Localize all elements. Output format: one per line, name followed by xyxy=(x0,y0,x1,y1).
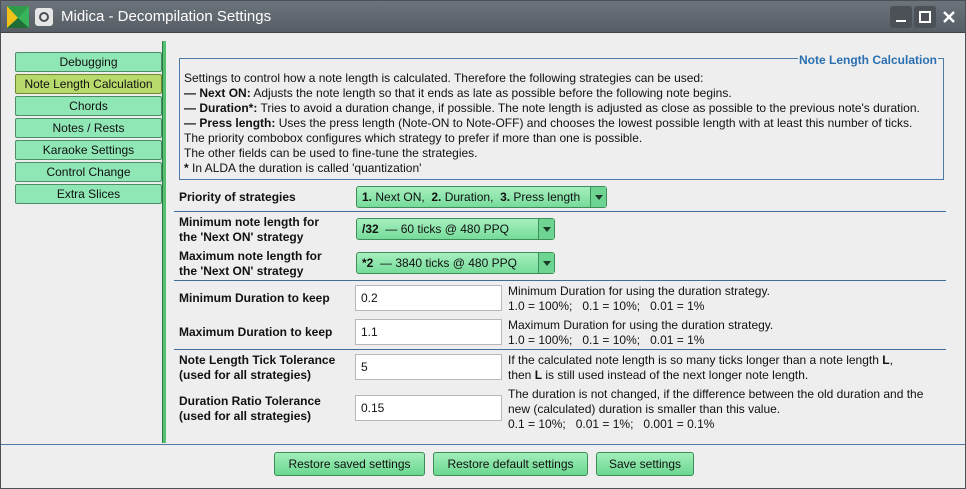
separator xyxy=(174,280,946,281)
minimize-button[interactable] xyxy=(890,6,912,28)
min-duration-help: Minimum Duration for using the duration … xyxy=(508,284,770,313)
tab-control-change[interactable]: Control Change xyxy=(15,162,162,182)
min-duration-input[interactable]: 0.2 xyxy=(355,285,502,311)
settings-tabs: Debugging Note Length Calculation Chords… xyxy=(15,52,162,206)
priority-label: Priority of strategies xyxy=(179,190,296,204)
group-title: Note Length Calculation xyxy=(798,53,938,67)
ratio-tolerance-help: The duration is not changed, if the diff… xyxy=(508,387,924,431)
description-priority: The priority combobox configures which s… xyxy=(184,131,643,145)
tick-tolerance-help: If the calculated note length is so many… xyxy=(508,353,893,382)
restore-default-settings-button[interactable]: Restore default settings xyxy=(433,452,588,476)
ratio-tolerance-input[interactable]: 0.15 xyxy=(355,395,502,421)
restore-saved-settings-button[interactable]: Restore saved settings xyxy=(274,452,425,476)
maximize-button[interactable] xyxy=(914,6,936,28)
tab-chords[interactable]: Chords xyxy=(15,96,162,116)
max-note-length-label: Maximum note length for the 'Next ON' st… xyxy=(179,249,322,278)
title-bar[interactable]: Midica - Decompilation Settings xyxy=(1,1,965,33)
tab-notes-rests[interactable]: Notes / Rests xyxy=(15,118,162,138)
min-note-length-combobox[interactable]: /32 — 60 ticks @ 480 PPQ xyxy=(356,218,555,240)
chevron-down-icon[interactable] xyxy=(538,253,554,273)
settings-window: Midica - Decompilation Settings Debuggin… xyxy=(0,0,966,489)
tick-tolerance-label: Note Length Tick Tolerance (used for all… xyxy=(179,353,336,382)
description-text: Settings to control how a note length is… xyxy=(184,71,920,176)
tab-content-border xyxy=(162,41,166,443)
footer-separator xyxy=(1,444,965,445)
tab-note-length-calculation[interactable]: Note Length Calculation xyxy=(15,74,162,94)
separator xyxy=(174,349,946,350)
tab-karaoke-settings[interactable]: Karaoke Settings xyxy=(15,140,162,160)
priority-combobox[interactable]: 1. Next ON, 2. Duration, 3. Press length xyxy=(356,186,607,208)
ratio-tolerance-label: Duration Ratio Tolerance (used for all s… xyxy=(179,394,321,423)
close-button[interactable] xyxy=(938,6,960,28)
tab-extra-slices[interactable]: Extra Slices xyxy=(15,184,162,204)
max-note-length-combobox[interactable]: *2 — 3840 ticks @ 480 PPQ xyxy=(356,252,555,274)
max-duration-help: Maximum Duration for using the duration … xyxy=(508,318,774,347)
window-menu-icon[interactable] xyxy=(35,8,53,26)
midica-logo-icon xyxy=(7,6,29,28)
min-note-length-label: Minimum note length for the 'Next ON' st… xyxy=(179,215,319,244)
max-duration-label: Maximum Duration to keep xyxy=(179,325,333,339)
strategy-next-on: — Next ON: Adjusts the note length so th… xyxy=(184,86,732,100)
tab-debugging[interactable]: Debugging xyxy=(15,52,162,72)
chevron-down-icon[interactable] xyxy=(590,187,606,207)
save-settings-button[interactable]: Save settings xyxy=(596,452,694,476)
description-footnote: * In ALDA the duration is called 'quanti… xyxy=(184,161,422,175)
min-duration-label: Minimum Duration to keep xyxy=(179,291,330,305)
chevron-down-icon[interactable] xyxy=(538,219,554,239)
tick-tolerance-input[interactable]: 5 xyxy=(355,354,502,380)
separator xyxy=(174,211,946,212)
description-intro: Settings to control how a note length is… xyxy=(184,71,704,85)
max-duration-input[interactable]: 1.1 xyxy=(355,319,502,345)
strategy-duration: — Duration*: Tries to avoid a duration c… xyxy=(184,101,920,115)
strategy-press-length: — Press length: Uses the press length (N… xyxy=(184,116,913,130)
note-length-description-box: Note Length Calculation Settings to cont… xyxy=(179,53,944,180)
window-title: Midica - Decompilation Settings xyxy=(61,8,272,25)
description-other: The other fields can be used to fine-tun… xyxy=(184,146,478,160)
